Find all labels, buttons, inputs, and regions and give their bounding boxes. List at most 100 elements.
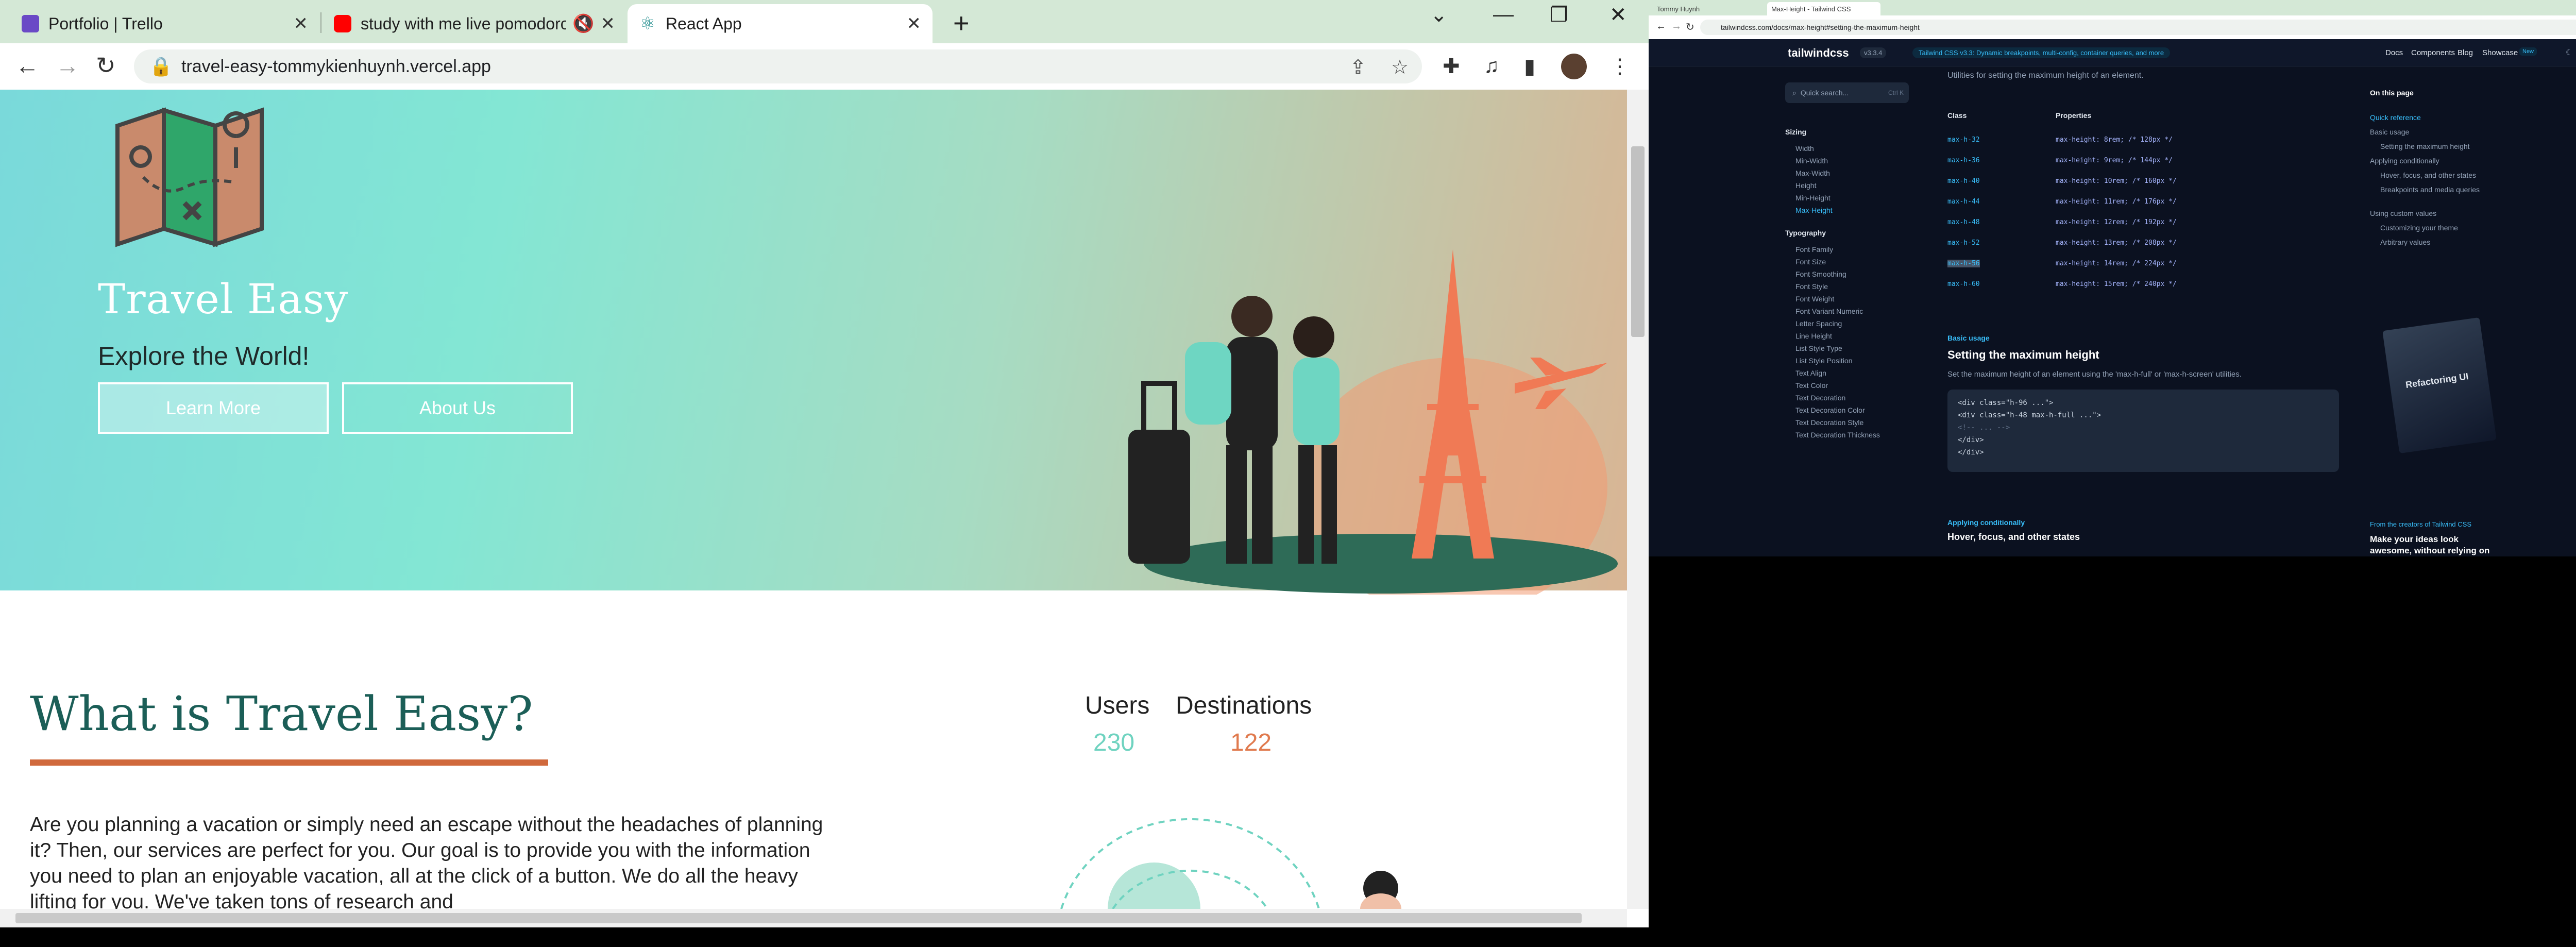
tailwind-logo[interactable]: tailwindcss <box>1788 46 1849 60</box>
docs-header: tailwindcss v3.3.4 Tailwind CSS v3.3: Dy… <box>1649 39 2576 66</box>
sidebar-item[interactable]: Text Decoration Style <box>1795 418 1863 427</box>
left-browser-window: Portfolio | Trello ✕ study with me live … <box>0 0 1649 927</box>
nav-showcase[interactable]: Showcase <box>2482 48 2518 57</box>
share-icon[interactable]: ⇪ <box>1350 56 1366 79</box>
restore-icon[interactable]: ❐ <box>1550 3 1568 27</box>
sidebar-item[interactable]: Text Decoration Thickness <box>1795 431 1880 439</box>
table-header-properties: Properties <box>2056 111 2092 120</box>
sidebar-item[interactable]: Font Size <box>1795 258 1826 266</box>
nav-blog[interactable]: Blog <box>2458 48 2473 57</box>
browser-toolbar: ← → ↻ tailwindcss.com/docs/max-height#se… <box>1649 15 2576 40</box>
toc-title: On this page <box>2370 89 2414 97</box>
sidebar-item[interactable]: Max-Width <box>1795 169 1830 177</box>
avatar[interactable] <box>1561 54 1587 79</box>
about-us-button[interactable]: About Us <box>342 382 573 434</box>
page-viewport: Travel Easy Explore the World! Learn Mor… <box>0 90 1627 909</box>
sidebar-item[interactable]: Font Family <box>1795 245 1833 253</box>
minimize-icon[interactable]: — <box>1493 3 1514 26</box>
search-input[interactable]: ⌕ Quick search... Ctrl K <box>1785 82 1909 103</box>
scrollbar-thumb[interactable] <box>1631 146 1645 337</box>
theme-toggle-icon[interactable]: ☾ <box>2566 47 2573 58</box>
new-tab-button[interactable]: + <box>953 7 970 39</box>
tab-youtube[interactable]: study with me live pomodoro 🔇 ✕ <box>323 4 626 43</box>
close-tab-icon[interactable]: ✕ <box>601 13 616 34</box>
vertical-scrollbar[interactable] <box>1627 90 1649 909</box>
table-cell-class: max-h-48 <box>1947 218 1980 226</box>
sidebar-item[interactable]: Text Color <box>1795 381 1828 390</box>
back-icon[interactable]: ← <box>15 52 39 79</box>
horizontal-scrollbar[interactable] <box>0 909 1627 927</box>
toc-item[interactable]: Quick reference <box>2370 113 2421 122</box>
kebab-menu-icon[interactable]: ⋮ <box>1609 55 1630 78</box>
extensions-icon[interactable]: ✚ <box>1443 55 1460 78</box>
tab-max-height[interactable]: Max-Height - Tailwind CSS <box>1767 2 1880 15</box>
refactoring-ui-book[interactable]: Refactoring UI <box>2382 317 2497 454</box>
forward-icon[interactable]: → <box>1671 21 1682 32</box>
sidebar-section-typography: Typography <box>1785 229 1826 237</box>
new-badge: New <box>2519 47 2537 56</box>
travelers-eiffel-illustration <box>1128 249 1618 595</box>
sidebar-item[interactable]: Font Smoothing <box>1795 270 1846 278</box>
stat-label-destinations: Destinations <box>1176 692 1312 719</box>
ad-heading[interactable]: Make your ideas look awesome, without re… <box>2370 534 2494 556</box>
close-window-icon[interactable]: ✕ <box>1609 3 1627 27</box>
toc-item[interactable]: Breakpoints and media queries <box>2380 185 2480 194</box>
toc-item[interactable]: Basic usage <box>2370 128 2409 136</box>
toc-item[interactable]: Customizing your theme <box>2380 224 2458 232</box>
sidebar-item[interactable]: List Style Type <box>1795 344 1842 352</box>
toc-item[interactable]: Applying conditionally <box>2370 157 2439 165</box>
sidebar-item[interactable]: Font Style <box>1795 282 1828 291</box>
table-cell-prop: max-height: 12rem; /* 192px */ <box>2056 218 2177 226</box>
scrollbar-thumb[interactable] <box>15 913 1582 923</box>
tab-strip: Portfolio | Trello ✕ study with me live … <box>0 0 1649 43</box>
sidebar-item[interactable]: List Style Position <box>1795 357 1853 365</box>
map-logo-icon <box>115 107 264 247</box>
tab-search-icon[interactable]: ⌄ <box>1430 3 1448 27</box>
back-icon[interactable]: ← <box>1656 21 1666 32</box>
toc-item[interactable]: Using custom values <box>2370 209 2436 217</box>
youtube-icon <box>334 15 351 32</box>
media-control-icon[interactable]: ♫ <box>1484 55 1499 78</box>
side-panel-icon[interactable]: ▮ <box>1524 55 1535 78</box>
sidebar-item[interactable]: Height <box>1795 181 1816 190</box>
tab-tommy-huynh[interactable]: Tommy Huynh <box>1653 2 1766 15</box>
basic-usage-label: Basic usage <box>1947 334 1990 342</box>
stat-value-users: 230 <box>1093 729 1135 756</box>
sidebar-item[interactable]: Font Weight <box>1795 295 1834 303</box>
tab-react-app[interactable]: ⚛ React App ✕ <box>628 4 933 43</box>
toc-item[interactable]: Setting the maximum height <box>2380 142 2470 150</box>
address-bar[interactable]: 🔒 travel-easy-tommykienhuynh.vercel.app … <box>134 49 1422 83</box>
learn-more-button[interactable]: Learn More <box>98 382 329 434</box>
code-block: <div class="h-96 ..."> <div class="h-48 … <box>1947 390 2339 472</box>
toc-item[interactable]: Arbitrary values <box>2380 238 2430 246</box>
sidebar-item-max-height[interactable]: Max-Height <box>1795 206 1833 214</box>
hero-subtitle: Explore the World! <box>98 342 310 370</box>
sidebar-item[interactable]: Text Decoration Color <box>1795 406 1865 414</box>
sidebar-item[interactable]: Font Variant Numeric <box>1795 307 1863 315</box>
version-badge[interactable]: v3.3.4 <box>1860 47 1887 58</box>
reload-icon[interactable]: ↻ <box>96 52 116 79</box>
toc-item[interactable]: Hover, focus, and other states <box>2380 171 2476 179</box>
sidebar-item[interactable]: Letter Spacing <box>1795 319 1842 328</box>
table-cell-class: max-h-60 <box>1947 280 1980 288</box>
close-tab-icon[interactable]: ✕ <box>907 13 922 34</box>
applying-heading: Hover, focus, and other states <box>1947 532 2080 542</box>
close-tab-icon[interactable]: ✕ <box>294 13 309 34</box>
nav-docs[interactable]: Docs <box>2385 48 2403 57</box>
sidebar-item[interactable]: Line Height <box>1795 332 1832 340</box>
bookmark-star-icon[interactable]: ☆ <box>1391 56 1409 79</box>
mute-tab-icon[interactable]: 🔇 <box>572 13 594 34</box>
address-bar[interactable]: tailwindcss.com/docs/max-height#setting-… <box>1700 20 2576 35</box>
forward-icon[interactable]: → <box>56 52 79 79</box>
sidebar-item[interactable]: Min-Width <box>1795 157 1828 165</box>
nav-components[interactable]: Components <box>2411 48 2455 57</box>
announcement-pill[interactable]: Tailwind CSS v3.3: Dynamic breakpoints, … <box>1912 47 2171 58</box>
sidebar-item[interactable]: Width <box>1795 144 1814 153</box>
sidebar-item[interactable]: Text Decoration <box>1795 394 1845 402</box>
sidebar-item[interactable]: Min-Height <box>1795 194 1831 202</box>
tab-trello[interactable]: Portfolio | Trello ✕ <box>10 4 319 43</box>
about-paragraph: Are you planning a vacation or simply ne… <box>30 814 823 909</box>
reload-icon[interactable]: ↻ <box>1686 21 1694 33</box>
sidebar-section-sizing: Sizing <box>1785 128 1807 136</box>
sidebar-item[interactable]: Text Align <box>1795 369 1826 377</box>
